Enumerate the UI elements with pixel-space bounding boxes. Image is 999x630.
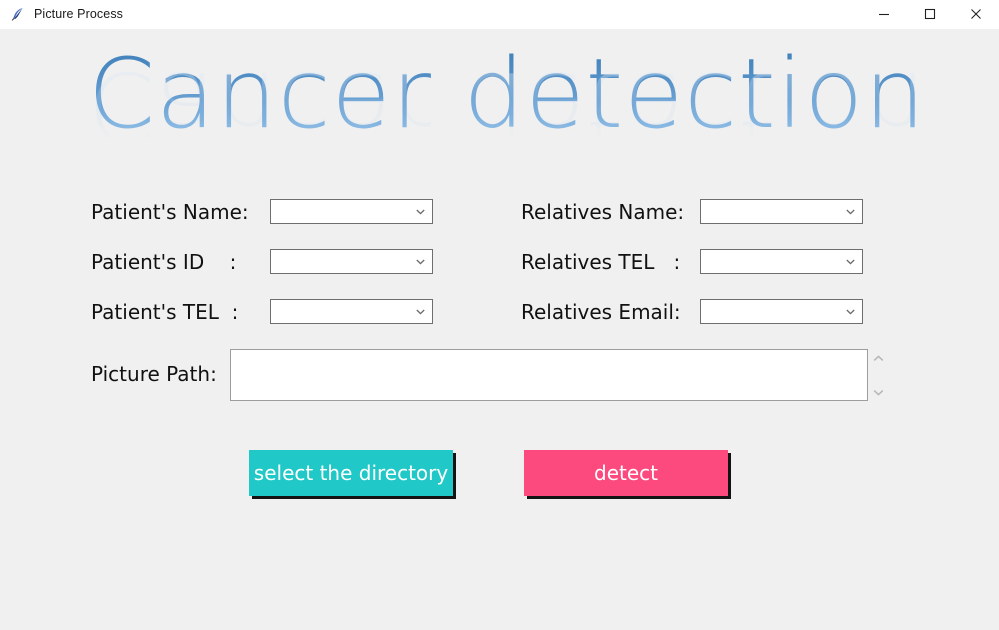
chevron-up-icon[interactable] <box>872 353 884 363</box>
field-patient-name: Patient's Name: <box>91 199 433 224</box>
label-patient-id: Patient's ID : <box>91 249 237 274</box>
chevron-down-icon <box>845 307 855 317</box>
combobox-relatives-tel[interactable] <box>700 249 863 274</box>
picture-path-input[interactable] <box>230 349 868 401</box>
page-title: Cancer detection <box>88 46 926 150</box>
combobox-relatives-email[interactable] <box>700 299 863 324</box>
label-picture-path: Picture Path: <box>91 362 217 386</box>
detect-button[interactable]: detect <box>524 450 728 496</box>
chevron-down-icon <box>415 207 425 217</box>
minimize-icon <box>877 7 891 21</box>
combobox-patient-name[interactable] <box>270 199 433 224</box>
chevron-down-icon <box>415 307 425 317</box>
maximize-icon <box>923 7 937 21</box>
label-patient-tel: Patient's TEL : <box>91 299 239 324</box>
feather-icon <box>9 5 27 23</box>
field-relatives-tel: Relatives TEL : <box>521 249 863 274</box>
window-title: Picture Process <box>34 7 124 21</box>
minimize-button[interactable] <box>861 0 907 28</box>
maximize-button[interactable] <box>907 0 953 28</box>
field-relatives-name: Relatives Name: <box>521 199 863 224</box>
picture-path-scrollbar[interactable] <box>869 349 887 401</box>
chevron-down-icon <box>845 257 855 267</box>
combobox-relatives-name[interactable] <box>700 199 863 224</box>
select-directory-button[interactable]: select the directory <box>249 450 453 496</box>
label-patient-name: Patient's Name: <box>91 199 249 224</box>
chevron-down-icon <box>415 257 425 267</box>
chevron-down-icon <box>845 207 855 217</box>
label-relatives-name: Relatives Name: <box>521 199 685 224</box>
close-icon <box>969 7 983 21</box>
page-title-reflection: Cancer detection <box>88 50 926 162</box>
title-bar: Picture Process <box>0 0 999 29</box>
close-button[interactable] <box>953 0 999 28</box>
label-relatives-tel: Relatives TEL : <box>521 249 681 274</box>
label-relatives-email: Relatives Email: <box>521 299 681 324</box>
combobox-patient-id[interactable] <box>270 249 433 274</box>
field-patient-id: Patient's ID : <box>91 249 433 274</box>
field-patient-tel: Patient's TEL : <box>91 299 433 324</box>
field-relatives-email: Relatives Email: <box>521 299 863 324</box>
app-window: Picture Process Cancer detection Cancer … <box>0 0 999 630</box>
chevron-down-icon[interactable] <box>872 387 884 397</box>
page-title-banner: Cancer detection Cancer detection <box>0 46 999 176</box>
combobox-patient-tel[interactable] <box>270 299 433 324</box>
